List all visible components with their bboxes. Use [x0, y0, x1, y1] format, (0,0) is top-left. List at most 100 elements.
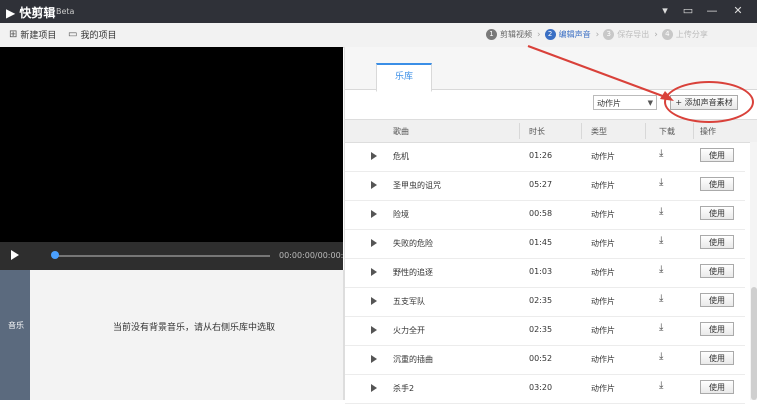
- column-divider: [693, 123, 694, 139]
- music-label: 音乐: [8, 321, 24, 330]
- progress-handle[interactable]: [51, 251, 59, 259]
- use-button[interactable]: 使用: [700, 177, 734, 191]
- column-divider: [645, 123, 646, 139]
- column-header-name: 歌曲: [393, 127, 409, 136]
- song-name: 圣甲虫的诅咒: [393, 181, 441, 190]
- play-icon[interactable]: [371, 297, 377, 305]
- download-icon[interactable]: ⤓: [659, 293, 663, 304]
- download-icon[interactable]: ⤓: [659, 148, 663, 159]
- table-row[interactable]: 险境 00:58 动作片 ⤓ 使用: [345, 200, 745, 230]
- table-row[interactable]: 危机 01:26 动作片 ⤓ 使用: [345, 142, 745, 172]
- song-type: 动作片: [591, 326, 615, 335]
- skin-icon[interactable]: ▭: [680, 3, 696, 19]
- song-type: 动作片: [591, 239, 615, 248]
- song-type: 动作片: [591, 297, 615, 306]
- play-icon[interactable]: [11, 250, 19, 260]
- new-project-label: 新建项目: [20, 31, 57, 41]
- app-logo: ▶ 快剪辑: [6, 6, 56, 20]
- annotation-circle: [664, 81, 754, 123]
- use-button[interactable]: 使用: [700, 235, 734, 249]
- music-track-area[interactable]: 当前没有背景音乐，请从右侧乐库中选取: [30, 270, 344, 400]
- close-button[interactable]: ✕: [730, 3, 746, 19]
- song-type: 动作片: [591, 384, 615, 393]
- play-icon[interactable]: [371, 268, 377, 276]
- table-row[interactable]: 野性的追逐 01:03 动作片 ⤓ 使用: [345, 258, 745, 288]
- play-icon[interactable]: [371, 210, 377, 218]
- use-button[interactable]: 使用: [700, 264, 734, 278]
- song-name: 野性的追逐: [393, 268, 433, 277]
- use-button[interactable]: 使用: [700, 293, 734, 307]
- minimize-button[interactable]: —: [704, 3, 720, 19]
- step-1[interactable]: 1 剪辑视频 ›: [486, 29, 541, 40]
- step-number: 2: [544, 29, 556, 40]
- play-icon[interactable]: [371, 355, 377, 363]
- play-icon[interactable]: [371, 326, 377, 334]
- use-button[interactable]: 使用: [700, 380, 734, 394]
- use-button[interactable]: 使用: [700, 206, 734, 220]
- new-project-button[interactable]: ⊞ 新建项目: [9, 28, 56, 41]
- beta-badge: Beta: [56, 7, 75, 16]
- column-header-duration: 时长: [529, 127, 545, 136]
- download-icon[interactable]: ⤓: [659, 322, 663, 333]
- song-duration: 00:58: [529, 209, 553, 218]
- music-library-panel: 乐库 动作片 ▼ + 添加声音素材 歌曲 时长 类型 下载 操作 危机 01:2…: [344, 47, 757, 404]
- table-row[interactable]: 沉重的插曲 00:52 动作片 ⤓ 使用: [345, 345, 745, 375]
- column-header-download: 下载: [659, 127, 675, 136]
- table-row[interactable]: 五支军队 02:35 动作片 ⤓ 使用: [345, 287, 745, 317]
- step-3[interactable]: 3 保存导出 ›: [603, 29, 658, 40]
- download-icon[interactable]: ⤓: [659, 206, 663, 217]
- table-row[interactable]: 圣甲虫的诅咒 05:27 动作片 ⤓ 使用: [345, 171, 745, 201]
- tab-music-library[interactable]: 乐库: [376, 63, 432, 92]
- table-row[interactable]: 失败的危险 01:45 动作片 ⤓ 使用: [345, 229, 745, 259]
- player-controls: 00:00:00/00:00:00: [0, 242, 354, 270]
- use-button[interactable]: 使用: [700, 148, 734, 162]
- play-icon[interactable]: [371, 239, 377, 247]
- download-icon[interactable]: ⤓: [659, 264, 663, 275]
- song-duration: 00:52: [529, 354, 553, 363]
- song-type: 动作片: [591, 355, 615, 364]
- column-divider: [519, 123, 520, 139]
- toolbar: ⊞ 新建项目 ▭ 我的项目 1 剪辑视频 › 2 编辑声音 › 3 保存导出 ›…: [0, 23, 757, 48]
- chevron-down-icon: ▼: [647, 99, 653, 107]
- step-number: 1: [486, 29, 497, 40]
- song-duration: 01:03: [529, 267, 553, 276]
- play-icon[interactable]: [371, 181, 377, 189]
- song-name: 危机: [393, 152, 409, 161]
- song-name: 火力全开: [393, 326, 425, 335]
- my-projects-label: 我的项目: [80, 31, 117, 41]
- scrollbar[interactable]: [750, 142, 757, 400]
- app-title: 快剪辑: [19, 6, 56, 20]
- my-projects-button[interactable]: ▭ 我的项目: [68, 28, 116, 41]
- play-icon[interactable]: [371, 152, 377, 160]
- dropdown-icon[interactable]: ▾: [657, 3, 673, 19]
- step-label: 保存导出: [617, 30, 650, 39]
- table-header: 歌曲 时长 类型 下载 操作: [345, 119, 757, 143]
- use-button[interactable]: 使用: [700, 322, 734, 336]
- chevron-right-icon: ›: [654, 29, 658, 40]
- song-name: 杀手2: [393, 384, 415, 393]
- column-header-action: 操作: [700, 127, 716, 136]
- download-icon[interactable]: ⤓: [659, 235, 663, 246]
- scrollbar-thumb[interactable]: [751, 287, 757, 400]
- song-name: 险境: [393, 210, 409, 219]
- play-icon[interactable]: [371, 384, 377, 392]
- use-button[interactable]: 使用: [700, 351, 734, 365]
- download-icon[interactable]: ⤓: [659, 351, 663, 362]
- song-type: 动作片: [591, 210, 615, 219]
- song-name: 沉重的插曲: [393, 355, 433, 364]
- song-type: 动作片: [591, 181, 615, 190]
- step-2[interactable]: 2 编辑声音 ›: [544, 29, 599, 40]
- table-row[interactable]: 火力全开 02:35 动作片 ⤓ 使用: [345, 316, 745, 346]
- progress-track[interactable]: [54, 255, 270, 257]
- category-select[interactable]: 动作片 ▼: [593, 95, 657, 110]
- song-name: 失败的危险: [393, 239, 433, 248]
- step-4[interactable]: 4 上传分享: [661, 29, 708, 40]
- download-icon[interactable]: ⤓: [659, 380, 663, 391]
- song-duration: 02:35: [529, 296, 553, 305]
- song-name: 五支军队: [393, 297, 425, 306]
- download-icon[interactable]: ⤓: [659, 177, 663, 188]
- song-type: 动作片: [591, 268, 615, 277]
- song-duration: 01:45: [529, 238, 553, 247]
- song-duration: 05:27: [529, 180, 553, 189]
- video-preview: [0, 47, 343, 242]
